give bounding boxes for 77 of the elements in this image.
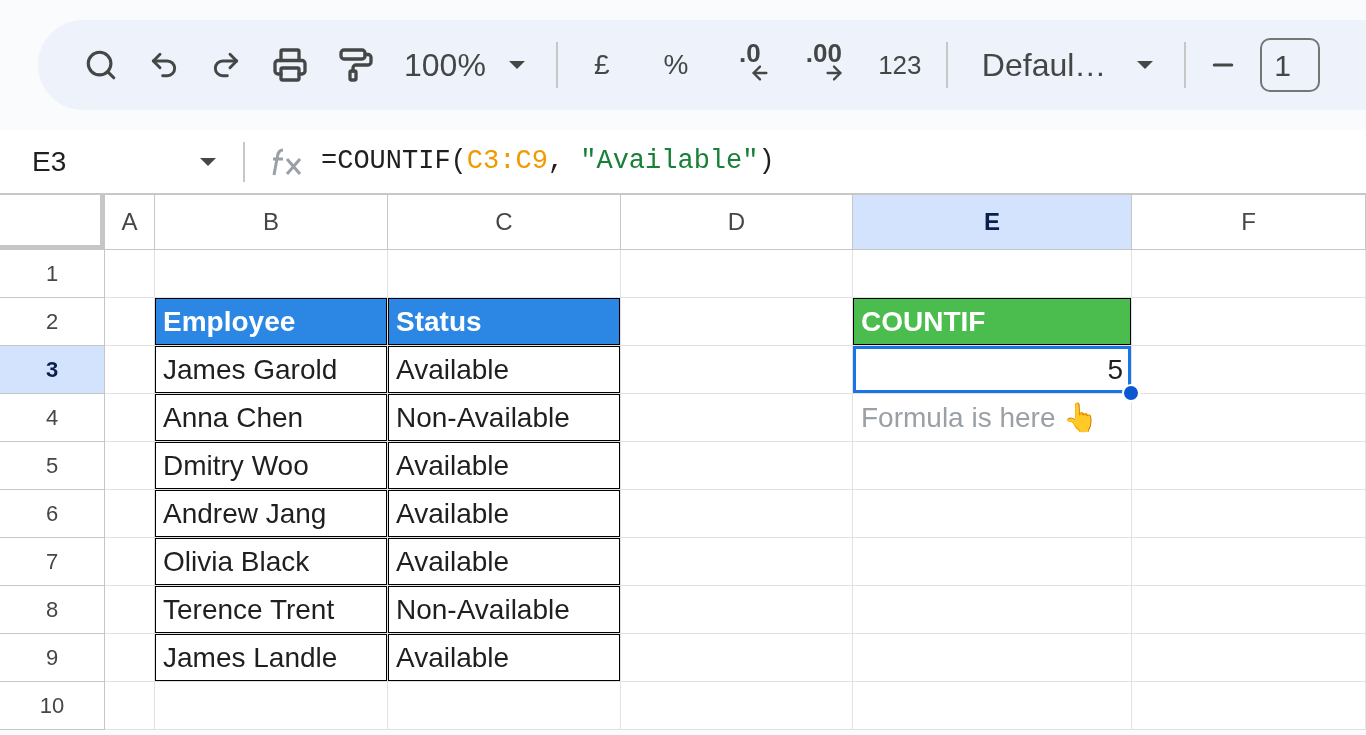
row-header[interactable]: 8 <box>0 586 105 634</box>
row-header[interactable]: 6 <box>0 490 105 538</box>
table-cell: Olivia Black <box>155 538 387 585</box>
grid-cell[interactable] <box>155 682 388 730</box>
table-cell: Andrew Jang <box>155 490 387 537</box>
grid-cell[interactable] <box>1132 490 1366 538</box>
grid-cell[interactable] <box>853 442 1132 490</box>
grid-cell[interactable] <box>853 586 1132 634</box>
grid-cell[interactable] <box>388 682 621 730</box>
currency-button[interactable]: £ <box>571 40 632 90</box>
table-cell: Available <box>388 442 620 489</box>
table-cell: Available <box>388 346 620 393</box>
caret-icon <box>199 156 217 167</box>
grid-cell[interactable] <box>853 634 1132 682</box>
percent-button[interactable]: % <box>645 40 706 90</box>
name-box[interactable]: E3 <box>0 140 225 183</box>
grid-cell[interactable] <box>621 634 853 682</box>
grid-cell[interactable] <box>1132 586 1366 634</box>
font-size-field[interactable]: 1 <box>1260 38 1321 92</box>
row-header[interactable]: 3 <box>0 346 105 394</box>
row-header[interactable]: 2 <box>0 298 105 346</box>
note-text: Formula is here 👆 <box>860 400 1100 435</box>
grid-cell[interactable] <box>1132 298 1366 346</box>
grid-cell[interactable] <box>1132 394 1366 442</box>
grid-cell[interactable] <box>621 250 853 298</box>
row-header[interactable]: 7 <box>0 538 105 586</box>
row-header[interactable]: 4 <box>0 394 105 442</box>
fill-handle[interactable] <box>1122 384 1140 402</box>
caret-icon <box>1136 60 1155 70</box>
grid-cell[interactable] <box>1132 682 1366 730</box>
font-dropdown[interactable]: Defaul… <box>973 40 1163 90</box>
grid-cell[interactable] <box>621 538 853 586</box>
table-cell: James Landle <box>155 634 387 681</box>
column-header[interactable]: F <box>1132 195 1366 250</box>
grid-cell[interactable] <box>621 682 853 730</box>
grid-cell[interactable] <box>621 490 853 538</box>
table-header-cell: Employee <box>155 298 387 345</box>
grid-cell[interactable] <box>621 394 853 442</box>
table-cell: Non-Available <box>388 394 620 441</box>
grid-cell[interactable] <box>853 682 1132 730</box>
more-formats-button[interactable]: 123 <box>867 40 932 90</box>
grid-cell[interactable] <box>621 586 853 634</box>
row-header[interactable]: 9 <box>0 634 105 682</box>
column-header[interactable]: C <box>388 195 621 250</box>
increase-decimal-button[interactable]: .00 <box>793 40 854 90</box>
row-header[interactable]: 5 <box>0 442 105 490</box>
caret-icon <box>507 60 526 70</box>
table-cell: James Garold <box>155 346 387 393</box>
grid-cell[interactable] <box>105 250 155 298</box>
table-cell: Non-Available <box>388 586 620 633</box>
table-header-cell: Status <box>388 298 620 345</box>
grid-cell[interactable] <box>1132 634 1366 682</box>
formula-text[interactable]: =COUNTIF(C3:C9, "Available") <box>321 141 775 182</box>
table-cell: Available <box>388 490 620 537</box>
grid-cell[interactable] <box>1132 250 1366 298</box>
countif-header-cell: COUNTIF <box>853 298 1131 345</box>
column-header[interactable]: D <box>621 195 853 250</box>
grid-cell[interactable] <box>1132 442 1366 490</box>
table-cell: Terence Trent <box>155 586 387 633</box>
result-cell[interactable]: 5 <box>853 346 1131 393</box>
grid-cell[interactable] <box>1132 538 1366 586</box>
table-cell: Available <box>388 538 620 585</box>
grid-cell[interactable] <box>621 442 853 490</box>
grid-cell[interactable] <box>853 538 1132 586</box>
zoom-dropdown[interactable]: 100% <box>396 40 534 90</box>
column-header[interactable]: B <box>155 195 388 250</box>
select-all-corner[interactable] <box>0 195 105 250</box>
table-cell: Available <box>388 634 620 681</box>
decrease-decimal-button[interactable]: .0 <box>719 40 780 90</box>
grid-cell[interactable] <box>105 682 155 730</box>
grid-cell[interactable] <box>853 490 1132 538</box>
table-cell: Dmitry Woo <box>155 442 387 489</box>
table-cell: Anna Chen <box>155 394 387 441</box>
column-header[interactable]: E <box>853 195 1132 250</box>
column-header[interactable]: A <box>105 195 155 250</box>
row-header[interactable]: 1 <box>0 250 105 298</box>
row-header[interactable]: 10 <box>0 682 105 730</box>
